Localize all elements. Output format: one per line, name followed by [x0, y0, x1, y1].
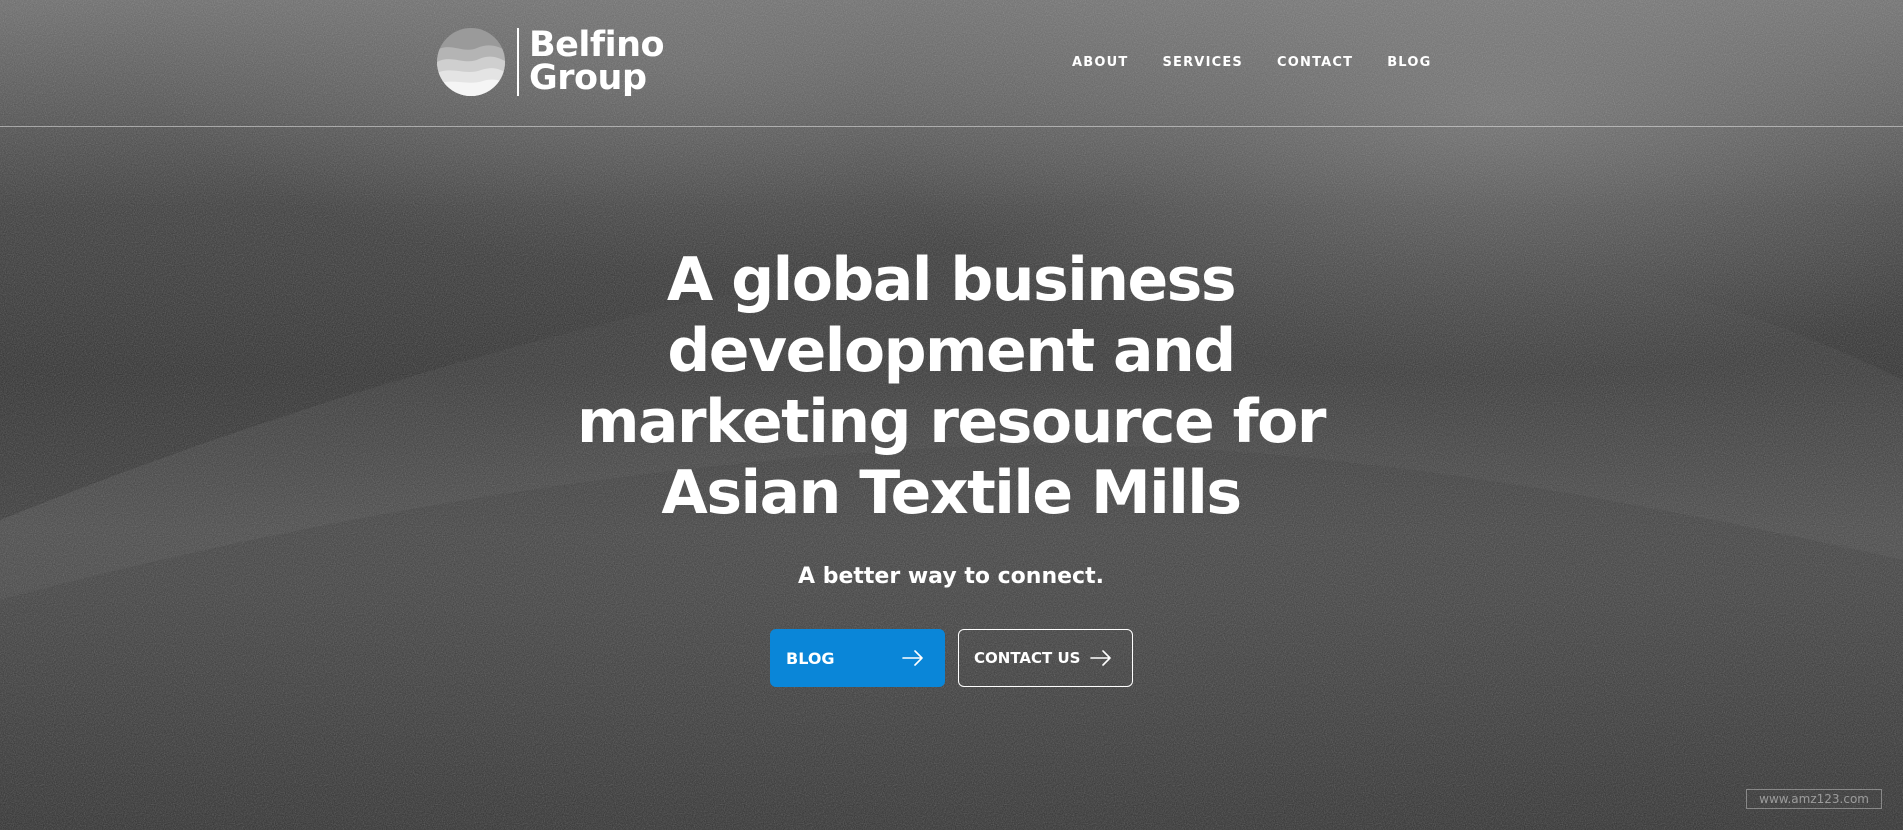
- hero-tagline: A better way to connect.: [798, 564, 1104, 589]
- blog-button[interactable]: BLOG: [770, 629, 945, 687]
- hero-headline-line4: Asian Textile Mills: [661, 458, 1242, 528]
- contact-us-button[interactable]: CONTACT US: [958, 629, 1133, 687]
- hero-section: Belfino Group ABOUT SERVICES CONTACT BLO…: [0, 0, 1903, 830]
- contact-us-button-label: CONTACT US: [974, 649, 1081, 667]
- arrow-right-icon: [902, 650, 923, 666]
- logo-divider: [517, 28, 519, 96]
- nav-item-contact[interactable]: CONTACT: [1277, 55, 1353, 70]
- watermark: www.amz123.com: [1746, 789, 1882, 809]
- hero-headline-line2: development and: [667, 316, 1236, 386]
- hero-headline-line1: A global business: [666, 245, 1237, 315]
- blog-button-label: BLOG: [786, 648, 835, 668]
- nav-item-blog[interactable]: BLOG: [1387, 55, 1431, 70]
- brand-logo[interactable]: Belfino Group: [437, 27, 665, 98]
- hero-headline: A global business development and market…: [551, 245, 1351, 529]
- site-header: Belfino Group ABOUT SERVICES CONTACT BLO…: [0, 0, 1903, 127]
- brand-name-line2: Group: [529, 58, 647, 98]
- nav-item-services[interactable]: SERVICES: [1162, 55, 1243, 70]
- hero-headline-line3: marketing resource for: [577, 387, 1326, 457]
- layered-waves-logo-icon: [437, 28, 505, 96]
- arrow-right-icon: [1090, 650, 1111, 666]
- brand-name: Belfino Group: [529, 28, 665, 98]
- nav-item-about[interactable]: ABOUT: [1072, 55, 1128, 70]
- main-nav: ABOUT SERVICES CONTACT BLOG: [1072, 55, 1465, 70]
